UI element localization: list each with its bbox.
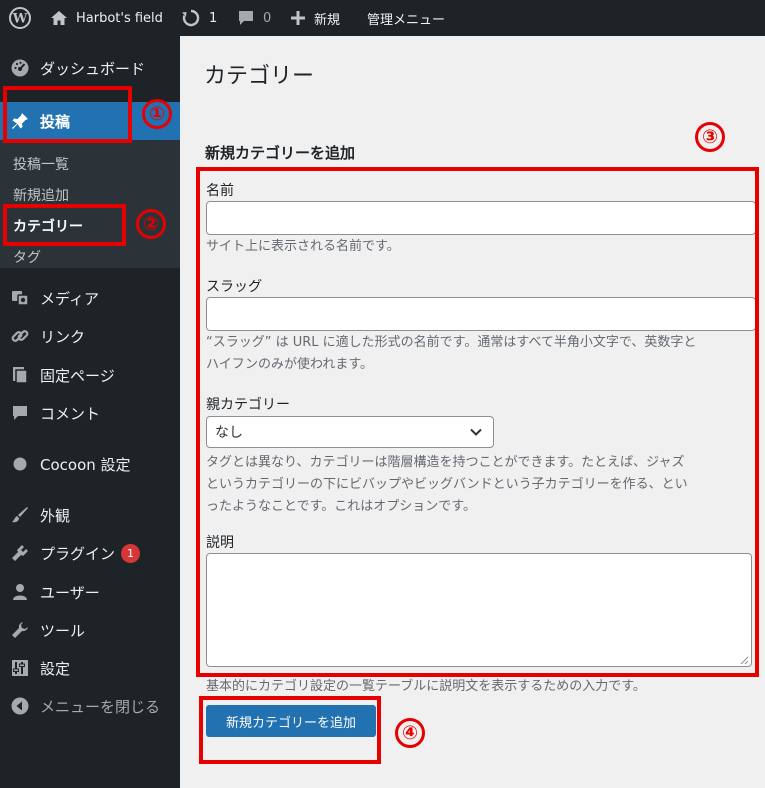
menu-links[interactable]: リンク [0,319,180,353]
menu-appearance[interactable]: 外観 [0,498,180,532]
wordpress-logo-icon[interactable]: W [9,0,31,36]
media-icon [10,288,30,308]
annotation-box-posts [3,86,132,143]
menu-comments-label: コメント [40,404,101,423]
updates-count: 1 [209,10,218,26]
add-category-heading: 新規カテゴリーを追加 [205,144,356,162]
admin-menu-link[interactable]: 管理メニュー [367,0,445,36]
site-name: Harbot's field [76,10,163,26]
annotation-box-categories [3,204,126,246]
new-label: 新規 [314,12,341,28]
plugins-update-badge: 1 [121,543,141,563]
menu-cocoon-label: Cocoon 設定 [40,455,131,474]
dashboard-gauge-icon [10,58,30,78]
menu-links-label: リンク [40,327,86,346]
wrench-icon [10,620,30,640]
menu-users[interactable]: ユーザー [0,575,180,609]
menu-appearance-label: 外観 [40,506,71,525]
updates-link[interactable]: 1 [181,0,217,36]
submenu-all-posts[interactable]: 投稿一覧 [13,154,69,174]
pages-icon [10,365,30,385]
menu-tools-label: ツール [40,621,86,640]
menu-tools[interactable]: ツール [0,613,180,647]
new-content-link[interactable]: 新規 [290,0,340,36]
paintbrush-icon [10,505,30,525]
menu-collapse[interactable]: メニューを閉じる [0,689,180,723]
plugin-icon [10,543,30,563]
menu-comments[interactable]: コメント [0,396,180,430]
admin-bar: W Harbot's field 1 0 新規 管理メニュー [0,0,765,36]
cocoon-circle-icon [10,454,30,474]
menu-media[interactable]: メディア [0,281,180,315]
menu-pages[interactable]: 固定ページ [0,358,180,392]
settings-sliders-icon [10,658,30,678]
user-icon [10,582,30,602]
annotation-number-1: ① [142,99,172,129]
menu-dashboard-label: ダッシュボード [40,59,146,78]
menu-users-label: ユーザー [40,583,100,602]
site-home-link[interactable]: Harbot's field [50,0,163,36]
annotation-number-2: ② [136,209,166,239]
menu-settings-label: 設定 [40,659,71,678]
home-icon [50,9,68,27]
menu-collapse-label: メニューを閉じる [40,697,161,716]
comment-bubble-icon [237,9,255,27]
svg-text:W: W [12,12,28,27]
annotation-number-4: ④ [395,718,425,748]
submenu-add-new[interactable]: 新規追加 [13,185,69,205]
plus-icon [290,10,306,26]
link-chain-icon [10,326,30,346]
menu-dashboard[interactable]: ダッシュボード [0,51,180,85]
menu-pages-label: 固定ページ [40,366,115,385]
menu-plugins-label: プラグイン [40,544,116,563]
page-title: カテゴリー [204,64,315,89]
annotation-number-3: ③ [695,122,725,152]
comments-link[interactable]: 0 [237,0,271,36]
menu-media-label: メディア [40,289,99,308]
collapse-arrow-icon [10,696,30,716]
menu-settings[interactable]: 設定 [0,651,180,685]
comments-count: 0 [263,10,272,26]
menu-cocoon-settings[interactable]: Cocoon 設定 [0,447,180,481]
comment-icon [10,403,30,423]
description-help-text: 基本的にカテゴリ設定の一覧テーブルに説明文を表示するための入力です。 [206,679,646,694]
annotation-box-form [196,167,759,677]
menu-plugins[interactable]: プラグイン 1 [0,536,180,570]
submenu-tags[interactable]: タグ [13,247,41,267]
admin-sidebar: ダッシュボード 投稿 投稿一覧 新規追加 カテゴリー タグ メディア リンク 固… [0,36,180,788]
annotation-box-submit [199,696,381,764]
updates-icon [181,8,201,28]
